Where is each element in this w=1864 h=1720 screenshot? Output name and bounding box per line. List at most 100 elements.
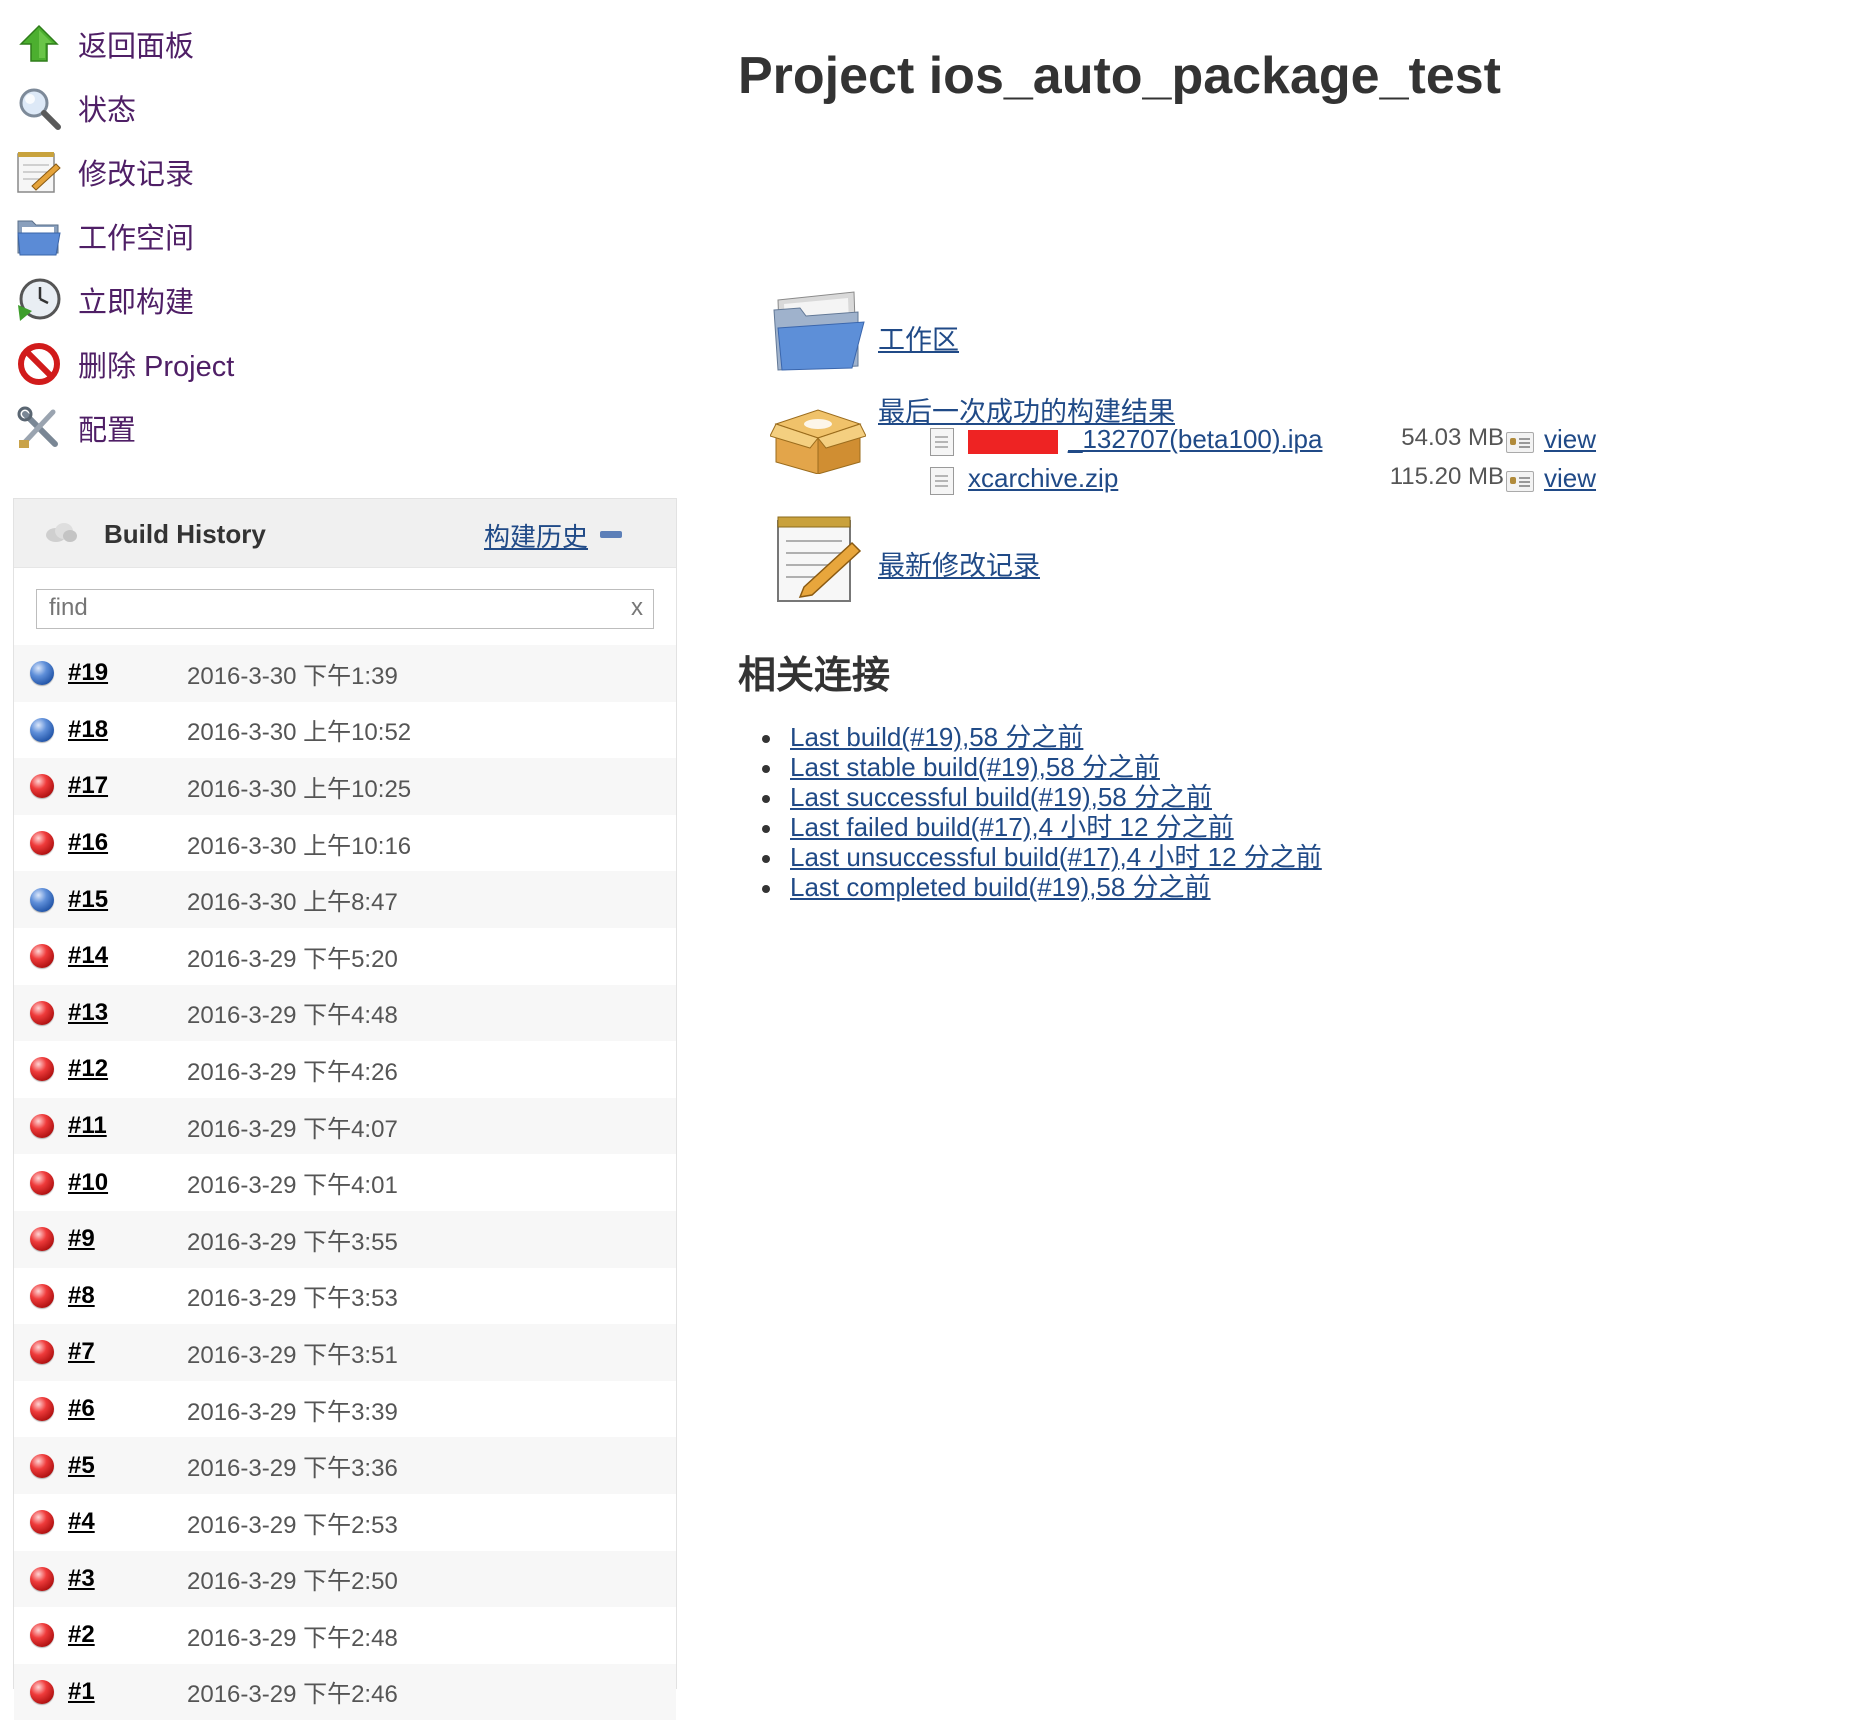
tools-icon	[14, 403, 64, 453]
build-status-ball-icon	[30, 1453, 54, 1478]
permalink-item: Last build(#19),58 分之前	[762, 722, 1322, 752]
up-arrow-icon	[14, 19, 64, 69]
task-label[interactable]: 工作空间	[78, 215, 194, 257]
build-number-link[interactable]: #3	[68, 1565, 95, 1593]
notepad-icon	[14, 147, 64, 197]
build-status-ball-icon	[30, 1679, 54, 1704]
build-status-ball-icon	[30, 831, 54, 856]
build-history-header: Build History 构建历史	[14, 499, 676, 568]
build-number-link[interactable]: #15	[68, 886, 108, 914]
build-number-link[interactable]: #8	[68, 1282, 95, 1310]
task-label[interactable]: 删除 Project	[78, 343, 234, 385]
build-date: 2016-3-29 下午2:50	[187, 1568, 398, 1596]
redaction-mark	[968, 430, 1058, 454]
artifact-row: _132707(beta100).ipa 54.03 MB view	[930, 424, 1610, 458]
task-label[interactable]: 修改记录	[78, 151, 194, 193]
task-build-now[interactable]: 立即构建	[14, 268, 654, 332]
artifact-view-link[interactable]: view	[1544, 463, 1596, 494]
build-row: #11 2016-3-29 下午4:07	[14, 1097, 676, 1155]
task-configure[interactable]: 配置	[14, 396, 654, 460]
permalink-item: Last unsuccessful build(#17),4 小时 12 分之前	[762, 842, 1322, 872]
build-status-ball-icon	[30, 1057, 54, 1082]
build-date: 2016-3-29 下午4:26	[187, 1058, 398, 1086]
workspace-link[interactable]: 工作区	[878, 325, 959, 355]
build-row: #18 2016-3-30 上午10:52	[14, 702, 676, 759]
folder-icon	[14, 211, 64, 261]
permalink-item: Last failed build(#17),4 小时 12 分之前	[762, 812, 1322, 842]
build-status-ball-icon	[30, 1283, 54, 1308]
no-entry-icon	[14, 339, 64, 389]
task-delete-project[interactable]: 删除 Project	[14, 332, 654, 396]
permalinks-heading: 相关连接	[738, 655, 891, 697]
build-date: 2016-3-29 下午5:20	[187, 945, 398, 973]
build-number-link[interactable]: #19	[68, 659, 108, 687]
permalink-link[interactable]: Last build(#19),58 分之前	[790, 722, 1083, 752]
collapse-icon[interactable]	[600, 531, 622, 538]
build-row: #15 2016-3-30 上午8:47	[14, 871, 676, 928]
build-number-link[interactable]: #18	[68, 716, 108, 744]
task-label[interactable]: 立即构建	[78, 279, 194, 321]
build-number-link[interactable]: #9	[68, 1225, 95, 1253]
build-status-ball-icon	[30, 887, 54, 912]
permalinks-list: Last build(#19),58 分之前 Last stable build(…	[762, 722, 1322, 902]
permalink-link[interactable]: Last successful build(#19),58 分之前	[790, 782, 1212, 812]
notepad-icon[interactable]	[770, 513, 862, 610]
build-row: #10 2016-3-29 下午4:01	[14, 1154, 676, 1211]
build-trend-link[interactable]: 构建历史	[484, 517, 588, 554]
build-date: 2016-3-30 上午10:25	[187, 775, 412, 803]
weather-cloud-icon	[44, 521, 78, 548]
build-search-input[interactable]	[37, 590, 609, 626]
build-number-link[interactable]: #1	[68, 1678, 95, 1706]
build-status-ball-icon	[30, 1114, 54, 1139]
build-status-ball-icon	[30, 1510, 54, 1535]
artifact-file-link[interactable]: xcarchive.zip	[968, 463, 1118, 494]
recent-changes-link[interactable]: 最新修改记录	[878, 551, 1040, 581]
task-changes[interactable]: 修改记录	[14, 140, 654, 204]
task-back-to-dashboard[interactable]: 返回面板	[14, 12, 654, 76]
task-label[interactable]: 配置	[78, 407, 136, 449]
build-number-link[interactable]: #17	[68, 772, 108, 800]
task-label[interactable]: 返回面板	[78, 23, 194, 65]
artifact-size: 54.03 MB	[1401, 424, 1504, 451]
build-number-link[interactable]: #4	[68, 1508, 95, 1536]
build-number-link[interactable]: #14	[68, 942, 108, 970]
build-status-ball-icon	[30, 944, 54, 969]
build-number-link[interactable]: #12	[68, 1055, 108, 1083]
build-date: 2016-3-30 上午10:52	[187, 719, 412, 747]
artifact-row: xcarchive.zip 115.20 MB view	[930, 463, 1610, 497]
build-number-link[interactable]: #7	[68, 1338, 95, 1366]
permalink-item: Last successful build(#19),58 分之前	[762, 782, 1322, 812]
build-number-link[interactable]: #13	[68, 999, 108, 1027]
build-row: #4 2016-3-29 下午2:53	[14, 1494, 676, 1551]
permalink-item: Last stable build(#19),58 分之前	[762, 752, 1322, 782]
build-row: #5 2016-3-29 下午3:36	[14, 1437, 676, 1494]
workspace-item: 工作区	[878, 318, 959, 357]
task-label[interactable]: 状态	[78, 87, 136, 129]
build-number-link[interactable]: #6	[68, 1395, 95, 1423]
task-status[interactable]: 状态	[14, 76, 654, 140]
build-date: 2016-3-29 下午4:48	[187, 1002, 398, 1030]
build-date: 2016-3-29 下午3:39	[187, 1398, 398, 1426]
build-number-link[interactable]: #2	[68, 1621, 95, 1649]
build-row: #12 2016-3-29 下午4:26	[14, 1041, 676, 1098]
permalink-link[interactable]: Last stable build(#19),58 分之前	[790, 752, 1160, 782]
build-number-link[interactable]: #16	[68, 829, 108, 857]
build-number-link[interactable]: #10	[68, 1169, 108, 1197]
permalink-link[interactable]: Last failed build(#17),4 小时 12 分之前	[790, 812, 1234, 842]
build-date: 2016-3-29 下午4:07	[187, 1115, 398, 1143]
build-number-link[interactable]: #5	[68, 1452, 95, 1480]
build-status-ball-icon	[30, 1566, 54, 1591]
build-date: 2016-3-29 下午3:53	[187, 1285, 398, 1313]
build-row: #19 2016-3-30 下午1:39	[14, 645, 676, 702]
task-workspace[interactable]: 工作空间	[14, 204, 654, 268]
build-number-link[interactable]: #11	[68, 1112, 107, 1140]
artifact-view-link[interactable]: view	[1544, 424, 1596, 455]
clear-search-button[interactable]: x	[631, 594, 643, 622]
last-successful-artifacts-link[interactable]: 最后一次成功的构建结果	[878, 397, 1175, 427]
permalink-link[interactable]: Last completed build(#19),58 分之前	[790, 872, 1211, 902]
build-status-ball-icon	[30, 1340, 54, 1365]
folder-icon[interactable]	[770, 290, 866, 377]
build-row: #13 2016-3-29 下午4:48	[14, 984, 676, 1042]
permalink-link[interactable]: Last unsuccessful build(#17),4 小时 12 分之前	[790, 842, 1322, 872]
build-row: #17 2016-3-30 上午10:25	[14, 758, 676, 815]
